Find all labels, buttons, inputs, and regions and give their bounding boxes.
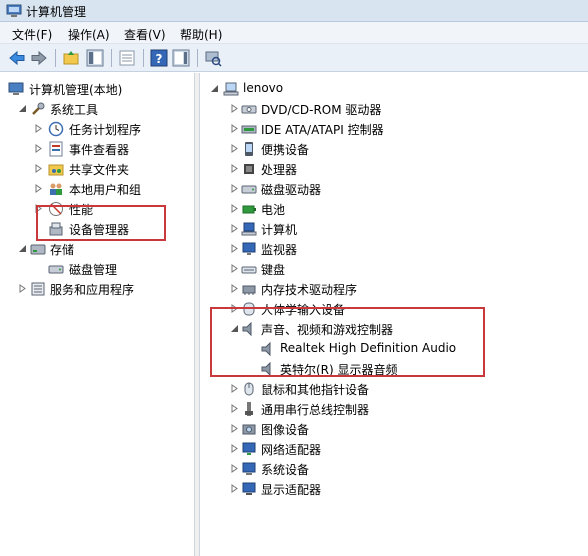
scan-hardware-icon[interactable] bbox=[204, 49, 222, 67]
services-icon bbox=[31, 282, 45, 296]
toolbar-separator bbox=[55, 49, 56, 67]
expand-arrow-icon[interactable] bbox=[230, 484, 239, 493]
expand-arrow-icon[interactable] bbox=[230, 144, 239, 153]
battery-icon bbox=[242, 205, 256, 214]
keyboard-icon bbox=[241, 266, 257, 274]
expand-arrow-icon[interactable] bbox=[34, 164, 43, 173]
expand-arrow-icon[interactable] bbox=[34, 204, 43, 213]
ide-controller-icon bbox=[241, 125, 257, 134]
expand-arrow-icon[interactable] bbox=[230, 104, 239, 113]
title-bar: 计算机管理 bbox=[0, 0, 588, 22]
show-hide-tree-icon[interactable] bbox=[86, 49, 104, 67]
expand-arrow-icon[interactable] bbox=[230, 164, 239, 173]
device-manager-icon bbox=[49, 222, 63, 236]
event-log-icon bbox=[49, 141, 63, 157]
expand-arrow-icon[interactable] bbox=[230, 284, 239, 293]
toolbar: ? bbox=[0, 44, 588, 72]
back-arrow-icon[interactable] bbox=[8, 49, 26, 67]
expand-arrow-icon[interactable] bbox=[230, 404, 239, 413]
computer-icon bbox=[241, 222, 257, 236]
menu-bar: 文件(F) 操作(A) 查看(V) 帮助(H) bbox=[0, 22, 588, 44]
shared-folder-icon bbox=[48, 164, 64, 176]
display-adapter-icon bbox=[242, 482, 256, 495]
processor-icon bbox=[244, 164, 254, 174]
performance-icon bbox=[49, 202, 63, 216]
collapse-arrow-icon[interactable] bbox=[230, 324, 239, 333]
toolbar-separator bbox=[197, 49, 198, 67]
menu-file[interactable]: 文件(F) bbox=[12, 26, 52, 43]
expand-arrow-icon[interactable] bbox=[230, 204, 239, 213]
expand-arrow-icon[interactable] bbox=[34, 124, 43, 133]
memory-technology-icon bbox=[242, 285, 256, 295]
expand-arrow-icon[interactable] bbox=[230, 264, 239, 273]
usb-controller-icon bbox=[245, 402, 253, 416]
expand-arrow-icon[interactable] bbox=[230, 224, 239, 233]
disk-icon bbox=[48, 265, 64, 274]
toolbar-separator bbox=[111, 49, 112, 67]
expand-arrow-icon[interactable] bbox=[230, 184, 239, 193]
expand-arrow-icon[interactable] bbox=[230, 124, 239, 133]
left-tree-pane[interactable]: 计算机管理(本地) 系统工具 任务计划程序 事件查看器 共享文件夹 本地用户和组… bbox=[0, 73, 195, 556]
expand-arrow-icon[interactable] bbox=[230, 444, 239, 453]
monitor-icon bbox=[242, 242, 256, 255]
hid-icon bbox=[243, 302, 255, 316]
expand-arrow-icon[interactable] bbox=[34, 144, 43, 153]
computer-icon bbox=[223, 82, 239, 96]
up-folder-icon[interactable] bbox=[62, 49, 80, 67]
expand-arrow-icon[interactable] bbox=[230, 304, 239, 313]
svg-text:?: ? bbox=[156, 52, 163, 66]
collapse-arrow-icon[interactable] bbox=[18, 244, 27, 253]
network-adapter-icon bbox=[242, 442, 256, 455]
help-icon[interactable]: ? bbox=[150, 49, 168, 67]
speaker-icon bbox=[261, 341, 271, 357]
mouse-icon bbox=[244, 382, 254, 396]
expand-arrow-icon[interactable] bbox=[230, 464, 239, 473]
expand-arrow-icon[interactable] bbox=[230, 384, 239, 393]
imaging-device-icon bbox=[242, 424, 256, 435]
speaker-icon bbox=[261, 361, 271, 377]
collapse-arrow-icon[interactable] bbox=[210, 84, 219, 93]
menu-help[interactable]: 帮助(H) bbox=[180, 26, 222, 43]
optical-drive-icon bbox=[241, 105, 257, 114]
properties-icon[interactable] bbox=[118, 49, 136, 67]
expand-arrow-icon[interactable] bbox=[34, 184, 43, 193]
toolbar-separator bbox=[143, 49, 144, 67]
tools-icon bbox=[32, 102, 45, 115]
computer-management-icon bbox=[6, 4, 22, 17]
expand-arrow-icon[interactable] bbox=[230, 244, 239, 253]
collapse-arrow-icon[interactable] bbox=[18, 104, 27, 113]
expand-arrow-icon[interactable] bbox=[230, 424, 239, 433]
users-icon bbox=[50, 183, 62, 195]
clock-icon bbox=[48, 121, 64, 137]
menu-view[interactable]: 查看(V) bbox=[124, 26, 166, 43]
storage-icon bbox=[30, 244, 46, 255]
forward-arrow-icon[interactable] bbox=[30, 49, 48, 67]
speaker-icon bbox=[242, 321, 252, 337]
system-device-icon bbox=[242, 462, 256, 475]
menu-action[interactable]: 操作(A) bbox=[68, 26, 110, 43]
show-action-pane-icon[interactable] bbox=[172, 49, 190, 67]
disk-drive-icon bbox=[241, 185, 257, 194]
window-title: 计算机管理 bbox=[26, 5, 87, 19]
right-tree-pane[interactable]: lenovo DVD/CD-ROM 驱动器 IDE ATA/ATAPI 控制器 便携… bbox=[199, 73, 588, 556]
portable-device-icon bbox=[245, 142, 253, 156]
computer-management-icon bbox=[8, 82, 24, 95]
expand-arrow-icon[interactable] bbox=[18, 284, 27, 293]
